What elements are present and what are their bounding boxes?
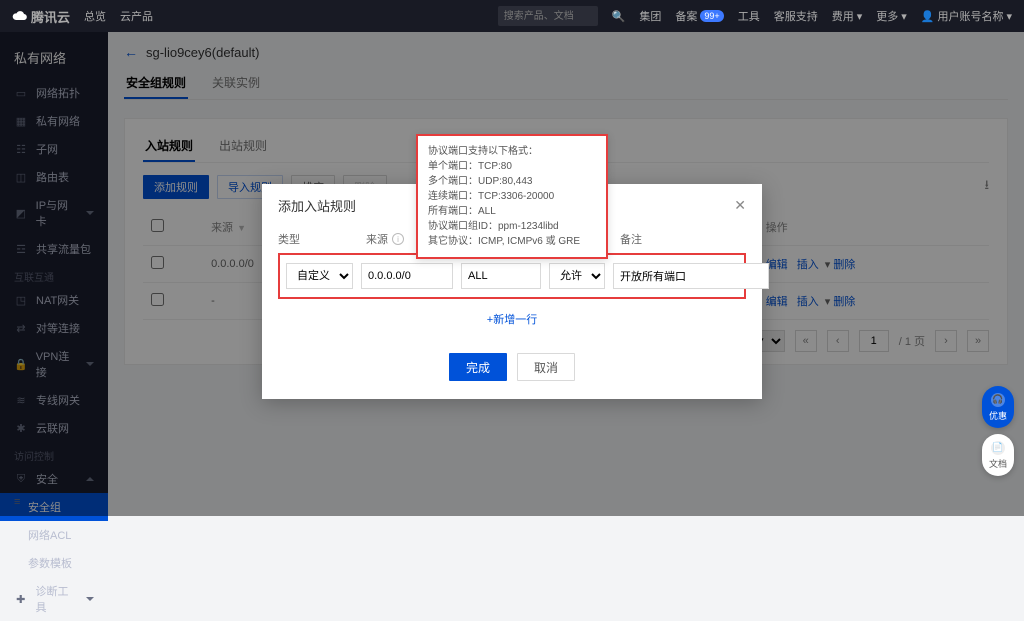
nav-tools[interactable]: 工具 <box>738 8 760 24</box>
info-icon[interactable]: i <box>392 233 404 245</box>
remark-input[interactable] <box>613 263 769 289</box>
rule-input-row: 自定义 允许 <box>278 253 746 299</box>
sidebar-item-acl[interactable]: 网络ACL <box>0 521 108 549</box>
ok-button[interactable]: 完成 <box>449 353 507 381</box>
badge-count: 99+ <box>700 10 723 22</box>
add-row-button[interactable]: +新增一行 <box>278 299 746 339</box>
cloud-icon <box>12 8 28 24</box>
account[interactable]: 👤 用户账号名称 ▾ <box>921 8 1012 24</box>
nav-overview[interactable]: 总览 <box>84 8 106 24</box>
nav-group[interactable]: 集团 <box>639 8 661 24</box>
port-format-tooltip: 协议端口支持以下格式： 单个端口：TCP:80 多个端口：UDP:80,443 … <box>416 134 608 259</box>
close-icon[interactable]: ✕ <box>734 197 746 214</box>
nav-beian[interactable]: 备案99+ <box>675 8 723 24</box>
sidebar-item-diag[interactable]: ✚诊断工具 <box>0 577 108 621</box>
topbar: 腾讯云 总览 云产品 🔍 集团 备案99+ 工具 客服支持 费用 ▾ 更多 ▾ … <box>0 0 1024 32</box>
float-doc-button[interactable]: 📄 文档 <box>982 434 1014 476</box>
search-input[interactable] <box>498 6 598 26</box>
brand[interactable]: 腾讯云 <box>12 7 70 26</box>
nav-cost[interactable]: 费用 ▾ <box>832 8 863 24</box>
cancel-button[interactable]: 取消 <box>517 353 575 381</box>
type-select[interactable]: 自定义 <box>286 263 353 289</box>
headset-icon: 🎧 <box>991 393 1005 407</box>
modal-title: 添加入站规则 <box>278 196 356 215</box>
nav-more[interactable]: 更多 ▾ <box>876 8 907 24</box>
nav-support[interactable]: 客服支持 <box>774 8 818 24</box>
port-input[interactable] <box>461 263 541 289</box>
sidebar-item-param[interactable]: 参数模板 <box>0 549 108 577</box>
float-promo-button[interactable]: 🎧 优惠 <box>982 386 1014 428</box>
diag-icon: ✚ <box>14 593 28 606</box>
policy-select[interactable]: 允许 <box>549 263 605 289</box>
nav-products[interactable]: 云产品 <box>120 8 153 24</box>
search-icon[interactable]: 🔍 <box>612 10 626 23</box>
doc-icon: 📄 <box>991 441 1005 455</box>
source-input[interactable] <box>361 263 453 289</box>
